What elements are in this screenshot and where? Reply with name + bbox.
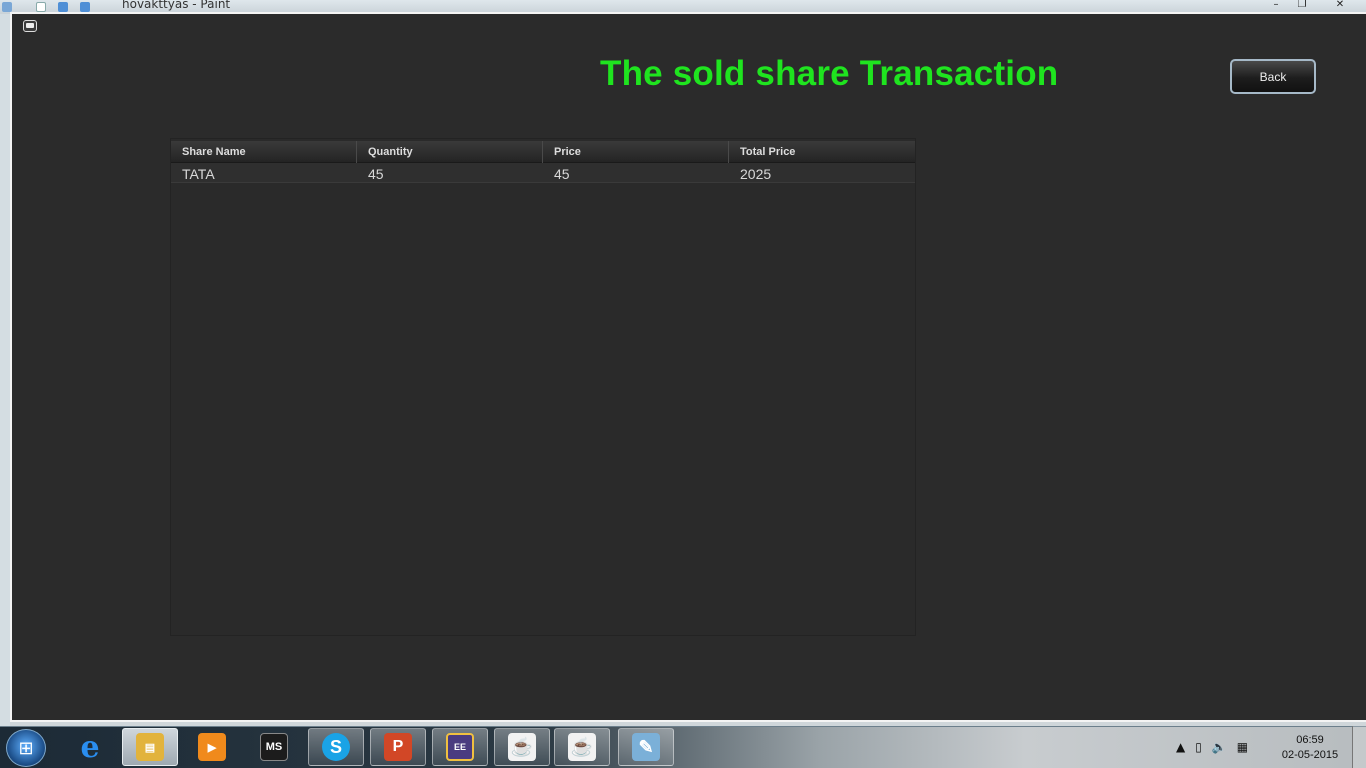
show-hidden-icons-icon[interactable]: ▲ <box>1176 740 1185 754</box>
taskbar-item-file-explorer[interactable]: ▤ <box>122 728 178 766</box>
close-button[interactable]: ✕ <box>1330 0 1350 10</box>
taskbar-item-media-player[interactable]: ▶ <box>184 728 240 766</box>
taskbar-item-skype[interactable]: S <box>308 728 364 766</box>
transaction-table[interactable]: Share Name Quantity Price Total Price TA… <box>170 138 916 636</box>
clock[interactable]: 06:59 02-05-2015 <box>1276 733 1344 763</box>
taskbar-item-ms-office[interactable]: MS <box>246 728 302 766</box>
background-window-title: hovakttyas - Paint <box>122 0 231 11</box>
taskbar-item-powerpoint[interactable]: P <box>370 728 426 766</box>
table-header: Share Name Quantity Price Total Price <box>171 141 915 163</box>
paint-app-icon <box>2 2 12 12</box>
page-title: The sold share Transaction <box>600 54 1059 93</box>
taskbar-item-java-1[interactable]: ☕ <box>494 728 550 766</box>
java-icon: ☕ <box>508 733 536 761</box>
column-header-quantity[interactable]: Quantity <box>357 141 543 163</box>
powerpoint-icon: P <box>384 733 412 761</box>
background-window-edge <box>0 14 10 726</box>
system-tray: ▲ ▯ 🔈 ▦ <box>1176 730 1248 764</box>
redo-icon[interactable] <box>80 2 90 12</box>
taskbar-item-internet-explorer[interactable]: e <box>62 728 118 766</box>
column-header-total-price[interactable]: Total Price <box>729 141 915 163</box>
save-icon[interactable] <box>36 2 46 12</box>
ms-office-icon: MS <box>260 733 288 761</box>
taskbar-item-java-2[interactable]: ☕ <box>554 728 610 766</box>
maximize-button[interactable]: ❐ <box>1292 0 1312 10</box>
internet-explorer-icon: e <box>80 729 100 765</box>
column-header-price[interactable]: Price <box>543 141 729 163</box>
taskbar: ⊞ e ▤ ▶ MS S P EE ☕ ☕ ✎ ▲ ▯ 🔈 ▦ 06:59 02… <box>0 726 1366 768</box>
cell-total-price: 2025 <box>740 166 772 182</box>
java-icon: ☕ <box>568 733 596 761</box>
show-desktop-button[interactable] <box>1352 726 1366 768</box>
windows-start-icon[interactable]: ⊞ <box>6 729 46 767</box>
table-row[interactable]: TATA 45 45 2025 <box>171 163 915 183</box>
app-window: The sold share Transaction Back Share Na… <box>10 12 1366 722</box>
paint-icon: ✎ <box>632 733 660 761</box>
clock-date: 02-05-2015 <box>1281 749 1339 761</box>
cell-share-name: TATA <box>182 166 215 182</box>
volume-icon[interactable]: 🔈 <box>1212 740 1227 754</box>
window-menu-icon[interactable] <box>23 20 37 32</box>
back-button[interactable]: Back <box>1230 59 1316 94</box>
clock-time: 06:59 <box>1296 734 1324 746</box>
taskbar-item-paint[interactable]: ✎ <box>618 728 674 766</box>
cell-quantity: 45 <box>368 166 384 182</box>
java-ee-ide-icon: EE <box>446 733 474 761</box>
cell-price: 45 <box>554 166 570 182</box>
skype-icon: S <box>322 733 350 761</box>
media-player-icon: ▶ <box>198 733 226 761</box>
undo-icon[interactable] <box>58 2 68 12</box>
column-header-share-name[interactable]: Share Name <box>171 141 357 163</box>
minimize-button[interactable]: – <box>1266 0 1286 10</box>
taskbar-item-java-ee-ide[interactable]: EE <box>432 728 488 766</box>
battery-icon[interactable]: ▯ <box>1195 740 1202 754</box>
network-icon[interactable]: ▦ <box>1237 740 1248 754</box>
file-explorer-icon: ▤ <box>136 733 164 761</box>
